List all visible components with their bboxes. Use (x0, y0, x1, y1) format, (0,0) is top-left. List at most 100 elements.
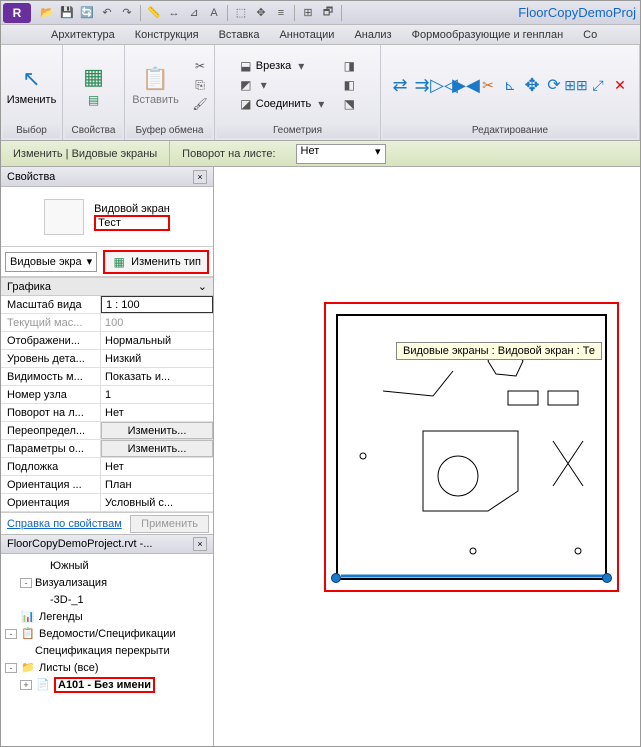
tab-collaborate[interactable]: Со (573, 27, 607, 43)
edit-type-button[interactable]: ▦ Изменить тип (103, 250, 209, 274)
tree-item-label: Легенды (39, 611, 83, 623)
property-group-graphics[interactable]: Графика ⌄ (1, 277, 213, 296)
property-value[interactable]: Изменить... (101, 440, 213, 457)
tree-row[interactable]: Южный (1, 557, 213, 574)
instance-selector[interactable]: Видовые экра ▾ (5, 252, 97, 272)
property-value[interactable]: 100 (101, 314, 213, 331)
tree-row[interactable]: -Визуализация (1, 574, 213, 591)
paste-button[interactable]: 📋 Вставить (127, 60, 184, 110)
mirror-icon[interactable]: ▷◁ (436, 77, 452, 93)
property-value[interactable]: План (101, 476, 213, 493)
tab-architecture[interactable]: Архитектура (41, 27, 125, 43)
property-value[interactable]: Показать и... (101, 368, 213, 385)
geom-tool-3[interactable]: ⬔ (337, 95, 361, 113)
property-row[interactable]: ОриентацияУсловный с... (1, 494, 213, 512)
property-value[interactable]: Низкий (101, 350, 213, 367)
mirror-draw-icon[interactable]: ▶◀ (458, 77, 474, 93)
measure-icon[interactable]: 📏 (145, 4, 163, 22)
rotation-select[interactable]: Нет ▾ (296, 144, 386, 164)
property-row[interactable]: Переопредел...Изменить... (1, 422, 213, 440)
tab-massing[interactable]: Формообразующие и генплан (402, 27, 574, 43)
geom-tool-1[interactable]: ◨ (337, 57, 361, 75)
tree-row[interactable]: -3D-_1 (1, 591, 213, 608)
offset-icon[interactable]: ⇉ (414, 77, 430, 93)
modify-label: Изменить (7, 94, 57, 106)
property-row[interactable]: Номер узла1 (1, 386, 213, 404)
tab-analyze[interactable]: Анализ (344, 27, 401, 43)
property-row[interactable]: Видимость м...Показать и... (1, 368, 213, 386)
join-button[interactable]: ◪Соединить▾ (234, 95, 334, 113)
align-icon[interactable]: ⇄ (392, 77, 408, 93)
property-row[interactable]: Параметры о...Изменить... (1, 440, 213, 458)
panel-clipboard-label: Буфер обмена (127, 123, 212, 138)
property-name: Масштаб вида (1, 296, 101, 313)
tab-insert[interactable]: Вставка (209, 27, 270, 43)
apply-button[interactable]: Применить (130, 515, 209, 533)
tree-toggle-icon[interactable]: + (20, 680, 32, 690)
switch-windows-icon[interactable]: 🗗 (319, 4, 337, 22)
drawing-canvas[interactable]: Видовые экраны : Видовой экран : Те (214, 167, 640, 746)
type-selector[interactable]: Видовой экран Тест (1, 187, 213, 247)
thin-lines-icon[interactable]: ≡ (272, 4, 290, 22)
match-button[interactable]: 🖌 (188, 95, 212, 113)
close-icon[interactable]: × (193, 170, 207, 184)
scale-icon[interactable]: ⤢ (590, 77, 606, 93)
axis-icon[interactable]: ⊿ (185, 4, 203, 22)
tree-row[interactable]: 📊Легенды (1, 608, 213, 625)
tree-row[interactable]: +📄A101 - Без имени (1, 676, 213, 693)
property-row[interactable]: Ориентация ...План (1, 476, 213, 494)
property-value[interactable]: Изменить... (101, 422, 213, 439)
geom-icon: ◧ (341, 77, 357, 93)
trim-icon[interactable]: ⊾ (502, 77, 518, 93)
viewport-grip[interactable] (331, 573, 341, 583)
tree-row[interactable]: -📋Ведомости/Спецификации (1, 625, 213, 642)
modify-button[interactable]: ↖ Изменить (3, 60, 60, 110)
dimension-icon[interactable]: ↔ (165, 4, 183, 22)
text-icon[interactable]: A (205, 4, 223, 22)
undo-icon[interactable]: ↶ (98, 4, 116, 22)
property-value[interactable]: 1 : 100 (101, 296, 213, 313)
property-value[interactable]: Нет (101, 404, 213, 421)
move-icon[interactable]: ✥ (524, 77, 540, 93)
tree-toggle-icon[interactable]: - (5, 629, 17, 639)
property-row[interactable]: Уровень дета...Низкий (1, 350, 213, 368)
delete-icon[interactable]: ✕ (612, 77, 628, 93)
split-icon[interactable]: ✂ (480, 77, 496, 93)
tab-structure[interactable]: Конструкция (125, 27, 209, 43)
cope-button[interactable]: ⬓Врезка▾ (234, 57, 334, 75)
redo-icon[interactable]: ↷ (118, 4, 136, 22)
property-row[interactable]: Отображени...Нормальный (1, 332, 213, 350)
close-icon[interactable]: × (193, 537, 207, 551)
viewport-grip[interactable] (602, 573, 612, 583)
sync-icon[interactable]: 🔄 (78, 4, 96, 22)
property-row[interactable]: Текущий мас...100 (1, 314, 213, 332)
rotate-icon[interactable]: ⟳ (546, 77, 562, 93)
section-icon[interactable]: ✥ (252, 4, 270, 22)
properties-help-link[interactable]: Справка по свойствам (1, 518, 128, 530)
array-icon[interactable]: ⊞⊞ (568, 77, 584, 93)
save-icon[interactable]: 💾 (58, 4, 76, 22)
property-value[interactable]: Нормальный (101, 332, 213, 349)
property-row[interactable]: Поворот на л...Нет (1, 404, 213, 422)
panel-properties-label: Свойства (65, 123, 122, 138)
property-value[interactable]: Условный с... (101, 494, 213, 511)
tab-annotate[interactable]: Аннотации (269, 27, 344, 43)
geom-tool-2[interactable]: ◧ (337, 76, 361, 94)
properties-button[interactable]: ▦ ▤ (69, 58, 119, 112)
property-row[interactable]: Масштаб вида1 : 100 (1, 296, 213, 314)
close-views-icon[interactable]: ⊞ (299, 4, 317, 22)
3d-icon[interactable]: ⬚ (232, 4, 250, 22)
cut-button[interactable]: ✂ (188, 57, 212, 75)
app-logo[interactable]: R (3, 3, 31, 23)
cut-geom-button[interactable]: ◩▾ (234, 76, 334, 94)
property-value[interactable]: Нет (101, 458, 213, 475)
open-icon[interactable]: 📂 (38, 4, 56, 22)
tree-row[interactable]: Спецификация перекрыти (1, 642, 213, 659)
tree-toggle-icon[interactable]: - (5, 663, 17, 673)
property-row[interactable]: ПодложкаНет (1, 458, 213, 476)
tree-row[interactable]: -📁Листы (все) (1, 659, 213, 676)
tree-toggle-icon[interactable]: - (20, 578, 32, 588)
property-value[interactable]: 1 (101, 386, 213, 403)
copy-button[interactable]: ⎘ (188, 76, 212, 94)
tree-item-label: Листы (все) (39, 662, 99, 674)
